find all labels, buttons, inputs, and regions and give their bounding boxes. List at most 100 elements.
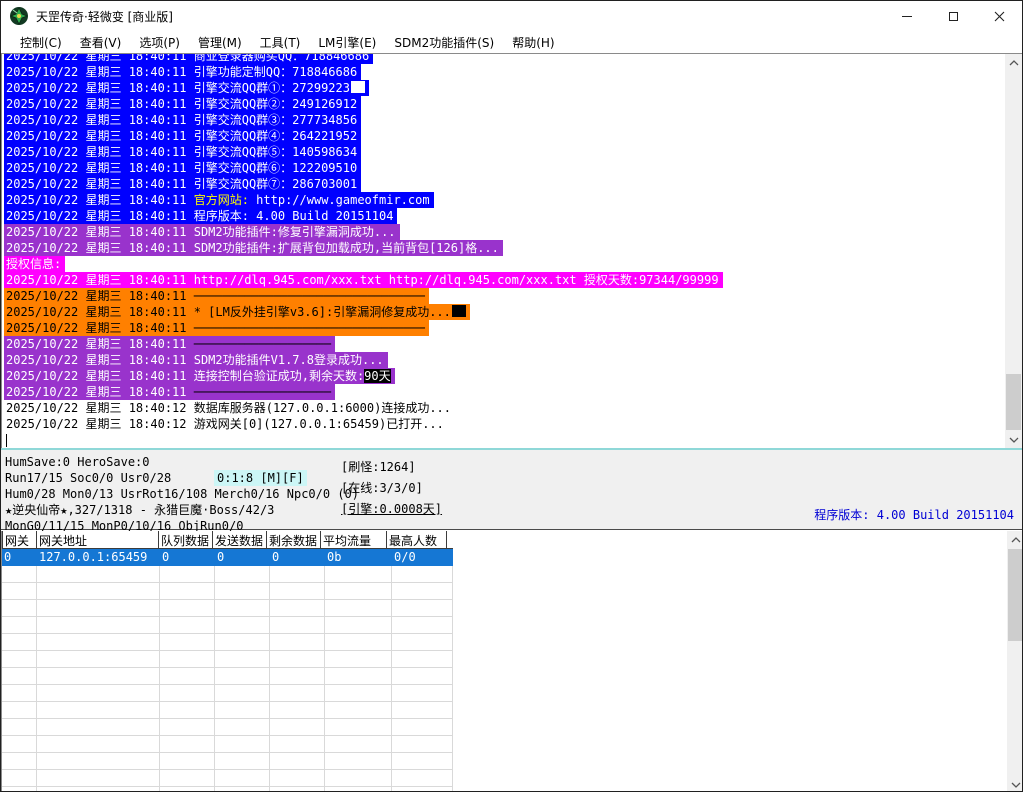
empty-cell bbox=[392, 702, 453, 719]
column-header[interactable]: 平均流量 bbox=[320, 531, 387, 548]
empty-cell bbox=[215, 787, 270, 792]
log-line: 2025/10/22 星期三 18:40:11 引擎交流QQ群③：2777348… bbox=[4, 112, 1005, 128]
log-scrollbar[interactable] bbox=[1005, 54, 1022, 448]
log-scroll-thumb[interactable] bbox=[1006, 374, 1021, 430]
gateway-cell: 0b bbox=[325, 549, 392, 566]
scroll-up-button[interactable] bbox=[1007, 531, 1023, 548]
minimize-button[interactable] bbox=[884, 1, 930, 31]
log-text: 90天 bbox=[364, 369, 390, 383]
empty-row[interactable] bbox=[2, 617, 453, 634]
maximize-button[interactable] bbox=[930, 1, 976, 31]
maximize-icon bbox=[949, 12, 958, 21]
empty-cell bbox=[270, 770, 325, 787]
empty-cell bbox=[270, 702, 325, 719]
log-timestamp: 2025/10/22 星期三 18:40:11 bbox=[6, 369, 194, 383]
column-header[interactable]: 发送数据 bbox=[212, 531, 267, 548]
empty-row[interactable] bbox=[2, 583, 453, 600]
empty-row[interactable] bbox=[2, 566, 453, 583]
empty-row[interactable] bbox=[2, 685, 453, 702]
menu-item-7[interactable]: SDM2功能插件(S) bbox=[385, 32, 503, 53]
log-timestamp: 2025/10/22 星期三 18:40:11 bbox=[6, 129, 194, 143]
close-button[interactable] bbox=[976, 1, 1022, 31]
log-line: 2025/10/22 星期三 18:40:11 SDM2功能插件:修复引擎漏洞成… bbox=[4, 224, 1005, 240]
empty-cell bbox=[160, 685, 215, 702]
menu-item-8[interactable]: 帮助(H) bbox=[503, 32, 563, 53]
menu-item-1[interactable]: 控制(C) bbox=[11, 32, 71, 53]
log-highlight-bar: 2025/10/22 星期三 18:40:11 引擎功能定制QQ：7188466… bbox=[4, 64, 361, 80]
empty-cell bbox=[215, 702, 270, 719]
empty-cell bbox=[37, 566, 160, 583]
column-header[interactable]: 队列数据 bbox=[158, 531, 213, 548]
column-header[interactable]: 最高人数 bbox=[386, 531, 447, 548]
scroll-up-button[interactable] bbox=[1005, 54, 1022, 71]
status-text: HumSave:0 HeroSave:0 bbox=[5, 455, 150, 469]
menu-item-4[interactable]: 管理(M) bbox=[189, 32, 251, 53]
empty-row[interactable] bbox=[2, 600, 453, 617]
empty-cell bbox=[392, 719, 453, 736]
log-line: 2025/10/22 星期三 18:40:11 引擎交流QQ群⑦：2867030… bbox=[4, 176, 1005, 192]
empty-cell bbox=[270, 668, 325, 685]
status-panel: HumSave:0 HeroSave:0Run17/15 Soc0/0 Usr0… bbox=[1, 448, 1023, 530]
empty-row[interactable] bbox=[2, 702, 453, 719]
menu-item-3[interactable]: 选项(P) bbox=[130, 32, 189, 53]
log-line: 2025/10/22 星期三 18:40:11 引擎交流QQ群④：2642219… bbox=[4, 128, 1005, 144]
table-scrollbar[interactable] bbox=[1007, 531, 1023, 792]
log-highlight-bar: 2025/10/22 星期三 18:40:11 引擎交流QQ群⑤：1405986… bbox=[4, 144, 361, 160]
log-line: 2025/10/22 星期三 18:40:11 ────────────────… bbox=[4, 336, 1005, 352]
title-bar[interactable]: 天罡传奇·轻微变 [商业版] bbox=[1, 1, 1022, 31]
status-text: Hum0/28 Mon0/13 UsrRot16/108 Merch0/16 N… bbox=[5, 487, 359, 501]
log-highlight-bar: 2025/10/22 星期三 18:40:11 商业登录器购买QQ：718846… bbox=[4, 53, 373, 64]
empty-row[interactable] bbox=[2, 770, 453, 787]
log-highlight-bar: 2025/10/22 星期三 18:40:11 引擎交流QQ群①：2729922… bbox=[4, 80, 369, 96]
empty-cell bbox=[37, 753, 160, 770]
chevron-down-icon bbox=[1009, 437, 1019, 443]
gateway-cell: 0/0 bbox=[392, 549, 453, 566]
empty-cell bbox=[160, 634, 215, 651]
empty-cell bbox=[37, 634, 160, 651]
column-header[interactable]: 网关地址 bbox=[36, 531, 159, 548]
empty-cell bbox=[37, 583, 160, 600]
log-text: 连接控制台验证成功,剩余天数: bbox=[194, 369, 364, 383]
menu-item-5[interactable]: 工具(T) bbox=[251, 32, 310, 53]
log-timestamp: 2025/10/22 星期三 18:40:11 bbox=[6, 145, 194, 159]
log-content[interactable]: 2025/10/22 星期三 18:40:11 商业登录器购买QQ：718846… bbox=[4, 53, 1005, 448]
empty-cell bbox=[37, 617, 160, 634]
scroll-down-button[interactable] bbox=[1005, 431, 1022, 448]
empty-cell bbox=[37, 651, 160, 668]
column-header[interactable]: 网关 bbox=[2, 531, 37, 548]
table-scroll-thumb[interactable] bbox=[1008, 549, 1023, 641]
log-line: 2025/10/22 星期三 18:40:11 引擎交流QQ群②：2491269… bbox=[4, 96, 1005, 112]
empty-row[interactable] bbox=[2, 651, 453, 668]
status-counter: [刷怪:1264] bbox=[341, 457, 442, 478]
empty-row[interactable] bbox=[2, 736, 453, 753]
log-line: 2025/10/22 星期三 18:40:11 商业登录器购买QQ：718846… bbox=[4, 53, 1005, 64]
empty-row[interactable] bbox=[2, 668, 453, 685]
log-text: ──────────────────────────────── bbox=[194, 321, 425, 335]
gateway-row[interactable]: 0127.0.0.1:654590000b0/0 bbox=[2, 549, 453, 566]
log-timestamp: 2025/10/22 星期三 18:40:11 bbox=[6, 53, 194, 63]
scroll-down-button[interactable] bbox=[1007, 776, 1023, 792]
app-icon bbox=[9, 6, 29, 26]
log-text: 官方网站: bbox=[194, 193, 256, 207]
empty-cell bbox=[160, 600, 215, 617]
empty-cell bbox=[160, 787, 215, 792]
log-timestamp: 2025/10/22 星期三 18:40:11 bbox=[6, 113, 194, 127]
log-text: 引擎交流QQ群⑦：286703001 bbox=[194, 177, 357, 191]
empty-row[interactable] bbox=[2, 787, 453, 792]
log-highlight-bar: 2025/10/22 星期三 18:40:11 连接控制台验证成功,剩余天数:9… bbox=[4, 368, 395, 384]
empty-cell bbox=[392, 617, 453, 634]
log-text: 引擎交流QQ群③：277734856 bbox=[194, 113, 357, 127]
log-timestamp: 2025/10/22 星期三 18:40:11 bbox=[6, 209, 194, 223]
log-text: 引擎交流QQ群①：27299223 bbox=[194, 81, 350, 95]
status-line: ★逆央仙帝★,327/1318 - 永猎巨魔·Boss/42/3 bbox=[5, 502, 359, 518]
empty-cell bbox=[270, 685, 325, 702]
empty-row[interactable] bbox=[2, 634, 453, 651]
column-header[interactable]: 剩余数据 bbox=[266, 531, 321, 548]
empty-row[interactable] bbox=[2, 719, 453, 736]
menu-item-6[interactable]: LM引擎(E) bbox=[309, 32, 385, 53]
empty-row[interactable] bbox=[2, 753, 453, 770]
empty-cell bbox=[270, 651, 325, 668]
menu-item-2[interactable]: 查看(V) bbox=[71, 32, 131, 53]
empty-cell bbox=[160, 566, 215, 583]
table-header-row: 网关网关地址队列数据发送数据剩余数据平均流量最高人数 bbox=[2, 531, 453, 549]
